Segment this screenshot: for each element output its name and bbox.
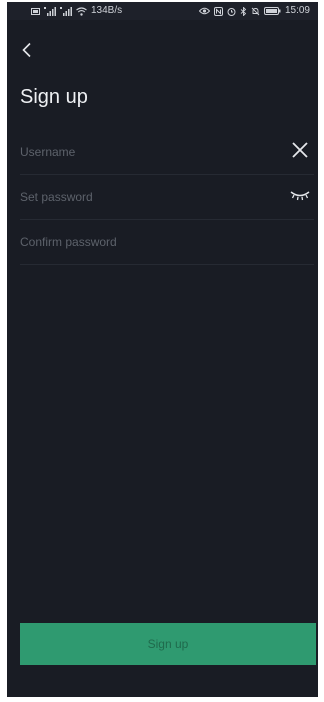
eye-closed-icon	[290, 188, 310, 206]
phone-screen: 134B/s 15:09 Sign up Username Sign up	[7, 2, 318, 697]
signal-4g-icon	[44, 6, 56, 16]
status-left: 134B/s	[31, 2, 122, 20]
password-field	[20, 175, 314, 220]
close-icon	[291, 141, 309, 164]
sim-icon	[31, 7, 40, 15]
password-input[interactable]	[20, 175, 270, 219]
clock: 15:09	[284, 5, 310, 16]
confirm-password-field	[20, 220, 314, 265]
confirm-password-input[interactable]	[20, 220, 270, 264]
chevron-left-icon	[21, 42, 33, 63]
net-speed: 134B/s	[91, 5, 123, 16]
wifi-icon	[76, 6, 87, 16]
mute-icon	[251, 7, 260, 16]
page-title: Sign up	[20, 86, 88, 108]
username-field	[20, 130, 314, 175]
signal-4g-icon	[60, 6, 72, 16]
battery-icon	[263, 7, 281, 15]
username-input[interactable]	[20, 130, 270, 174]
clear-username-button[interactable]	[290, 141, 310, 164]
toggle-password-visibility-button[interactable]	[290, 187, 310, 207]
status-bar: 134B/s 15:09	[7, 2, 318, 20]
nfc-icon	[213, 6, 223, 16]
alarm-icon	[227, 7, 236, 16]
back-button[interactable]	[17, 42, 37, 62]
bluetooth-icon	[240, 6, 247, 16]
status-right: 15:09	[198, 2, 310, 20]
eye-icon	[198, 7, 210, 15]
sign-up-button[interactable]: Sign up	[20, 623, 316, 665]
